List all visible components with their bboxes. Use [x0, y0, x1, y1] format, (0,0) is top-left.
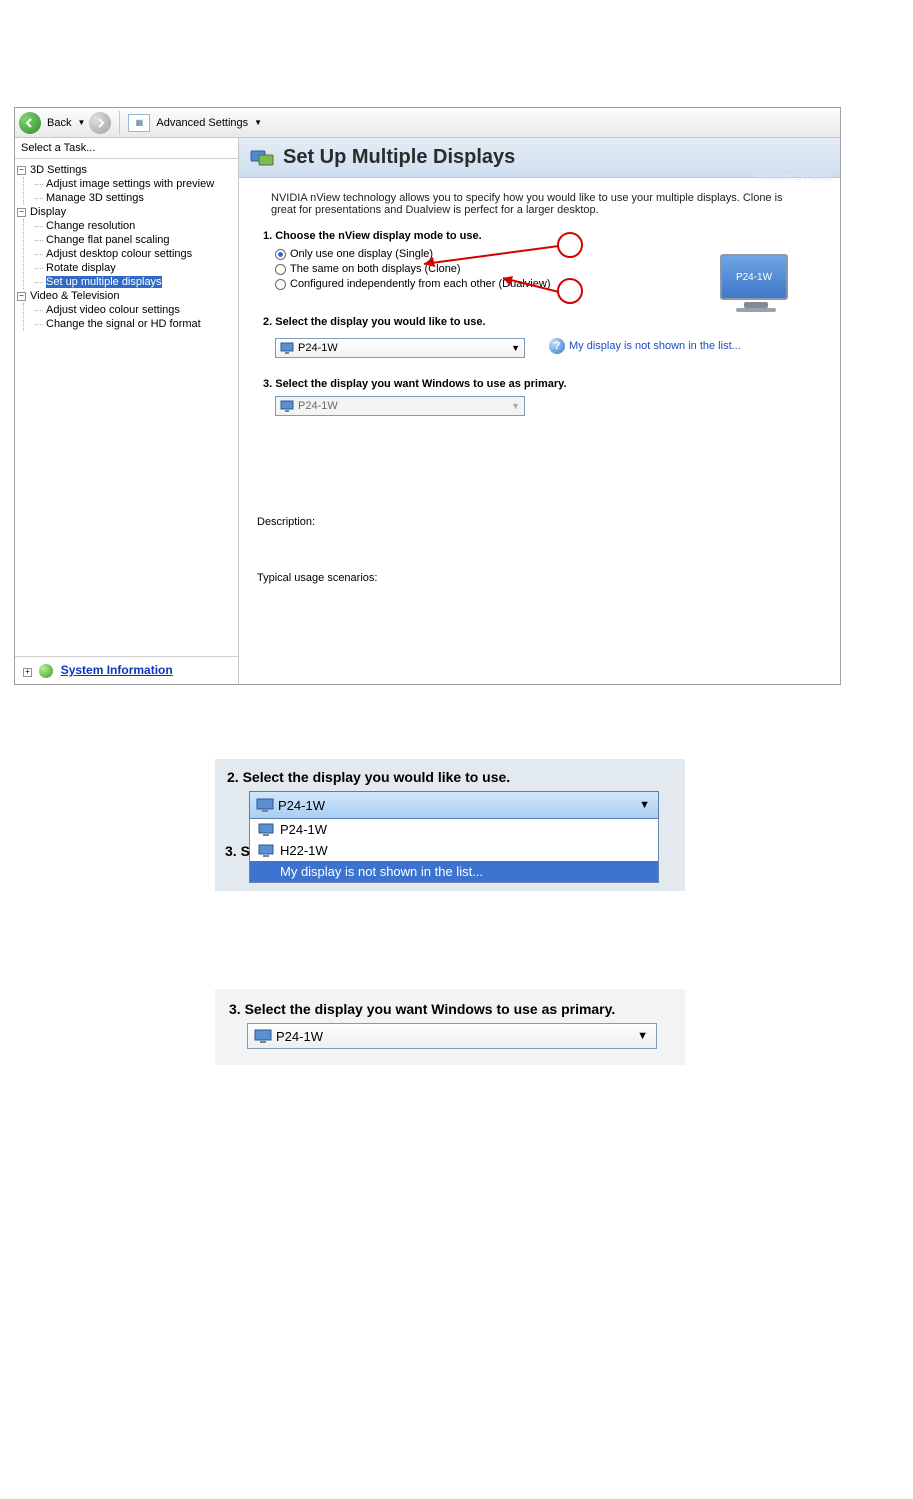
tree-group-3d[interactable]: − 3D Settings [17, 163, 236, 177]
advanced-settings-label[interactable]: Advanced Settings [156, 117, 248, 129]
primary-display-value: P24-1W [276, 1029, 323, 1044]
display-select-value: P24-1W [278, 798, 325, 813]
chevron-down-icon: ▼ [511, 343, 520, 353]
collapse-icon[interactable]: − [17, 208, 26, 217]
intro-text: NVIDIA nView technology allows you to sp… [271, 192, 808, 216]
task-tree: − 3D Settings Adjust image settings with… [15, 159, 238, 656]
radio-icon [275, 249, 286, 260]
tree-item[interactable]: Adjust image settings with preview [26, 177, 236, 191]
primary-display-select[interactable]: P24-1W ▼ [247, 1023, 657, 1049]
system-information-label: System Information [61, 663, 173, 677]
collapse-icon[interactable]: − [17, 166, 26, 175]
radio-icon [275, 279, 286, 290]
monitor-icon [280, 342, 294, 354]
step3-title: 3. Select the display you want Windows t… [229, 1001, 675, 1017]
collapse-icon[interactable]: − [17, 292, 26, 301]
dropdown-option[interactable]: P24-1W [250, 819, 658, 840]
dropdown-option-highlighted[interactable]: My display is not shown in the list... [250, 861, 658, 882]
dropdown-option-label: My display is not shown in the list... [280, 864, 483, 879]
advanced-settings-caret[interactable]: ▼ [254, 118, 262, 127]
step2-title: 2. Select the display you would like to … [227, 769, 675, 785]
monitor-illustration: P24-1W [720, 254, 792, 312]
back-label: Back [47, 117, 71, 129]
display-select-open[interactable]: P24-1W ▼ [249, 791, 659, 819]
display-help-label: My display is not shown in the list... [569, 340, 741, 352]
tree-item[interactable]: Adjust desktop colour settings [26, 247, 236, 261]
back-menu-caret[interactable]: ▼ [77, 118, 85, 127]
tree-group-label: Display [30, 206, 66, 218]
help-icon: ? [549, 338, 565, 354]
monitor-icon [256, 798, 274, 813]
step2-title: 2. Select the display you would like to … [263, 316, 816, 328]
tree-item[interactable]: Change the signal or HD format [26, 317, 236, 331]
description-label: Description: [257, 516, 816, 528]
monitor-icon [254, 1029, 272, 1044]
monitor-icon [280, 400, 294, 412]
monitor-icon [258, 823, 274, 836]
content-area: Select a Task... − 3D Settings Adjust im… [15, 138, 840, 684]
display-help-link[interactable]: ? My display is not shown in the list... [549, 338, 741, 354]
pane-header: Set Up Multiple Displays [239, 138, 840, 178]
dropdown-closeup: 2. Select the display you would like to … [215, 759, 685, 891]
annotation-arrow [497, 270, 577, 300]
tree-item-selected[interactable]: Set up multiple displays [26, 275, 236, 289]
tree-group-label: Video & Television [30, 290, 120, 302]
radio-icon [275, 264, 286, 275]
tree-group-video[interactable]: − Video & Television [17, 289, 236, 303]
tree-item[interactable]: Adjust video colour settings [26, 303, 236, 317]
tree-group-display[interactable]: − Display [17, 205, 236, 219]
toolbar-separator [119, 111, 120, 135]
display-select-value: P24-1W [298, 342, 338, 354]
dropdown-option-label: H22-1W [280, 843, 328, 858]
task-sidebar: Select a Task... − 3D Settings Adjust im… [15, 138, 239, 684]
advanced-settings-icon[interactable]: ▦ [128, 114, 150, 132]
tree-group-label: 3D Settings [30, 164, 87, 176]
task-header: Select a Task... [15, 138, 238, 159]
main-pane: Set Up Multiple Displays Restore Default… [239, 138, 840, 684]
toolbar: Back ▼ ▦ Advanced Settings ▼ [15, 108, 840, 138]
primary-display-select[interactable]: P24-1W ▼ [275, 396, 525, 416]
forward-button[interactable] [89, 112, 111, 134]
tree-item[interactable]: Change resolution [26, 219, 236, 233]
typical-label: Typical usage scenarios: [257, 572, 816, 584]
system-information-link[interactable]: + System Information [15, 656, 238, 684]
chevron-down-icon: ▼ [639, 799, 650, 811]
page-title: Set Up Multiple Displays [283, 146, 515, 169]
expand-icon[interactable]: + [23, 668, 32, 677]
tree-item[interactable]: Rotate display [26, 261, 236, 275]
step3-title: 3. Select the display you want Windows t… [263, 378, 816, 390]
chevron-down-icon: ▼ [511, 401, 520, 411]
back-button[interactable] [19, 112, 41, 134]
step3-closeup: 3. Select the display you want Windows t… [215, 989, 685, 1065]
tree-item[interactable]: Change flat panel scaling [26, 233, 236, 247]
primary-display-value: P24-1W [298, 400, 338, 412]
info-icon [39, 664, 53, 678]
dropdown-option-label: P24-1W [280, 822, 327, 837]
display-select[interactable]: P24-1W ▼ [275, 338, 525, 358]
chevron-down-icon: ▼ [637, 1030, 648, 1042]
multiple-displays-icon [249, 145, 275, 171]
tree-item[interactable]: Manage 3D settings [26, 191, 236, 205]
pane-body: NVIDIA nView technology allows you to sp… [239, 178, 840, 600]
nvidia-control-panel: Back ▼ ▦ Advanced Settings ▼ Select a Ta… [14, 107, 841, 685]
monitor-icon [258, 844, 274, 857]
monitor-label: P24-1W [736, 272, 772, 283]
